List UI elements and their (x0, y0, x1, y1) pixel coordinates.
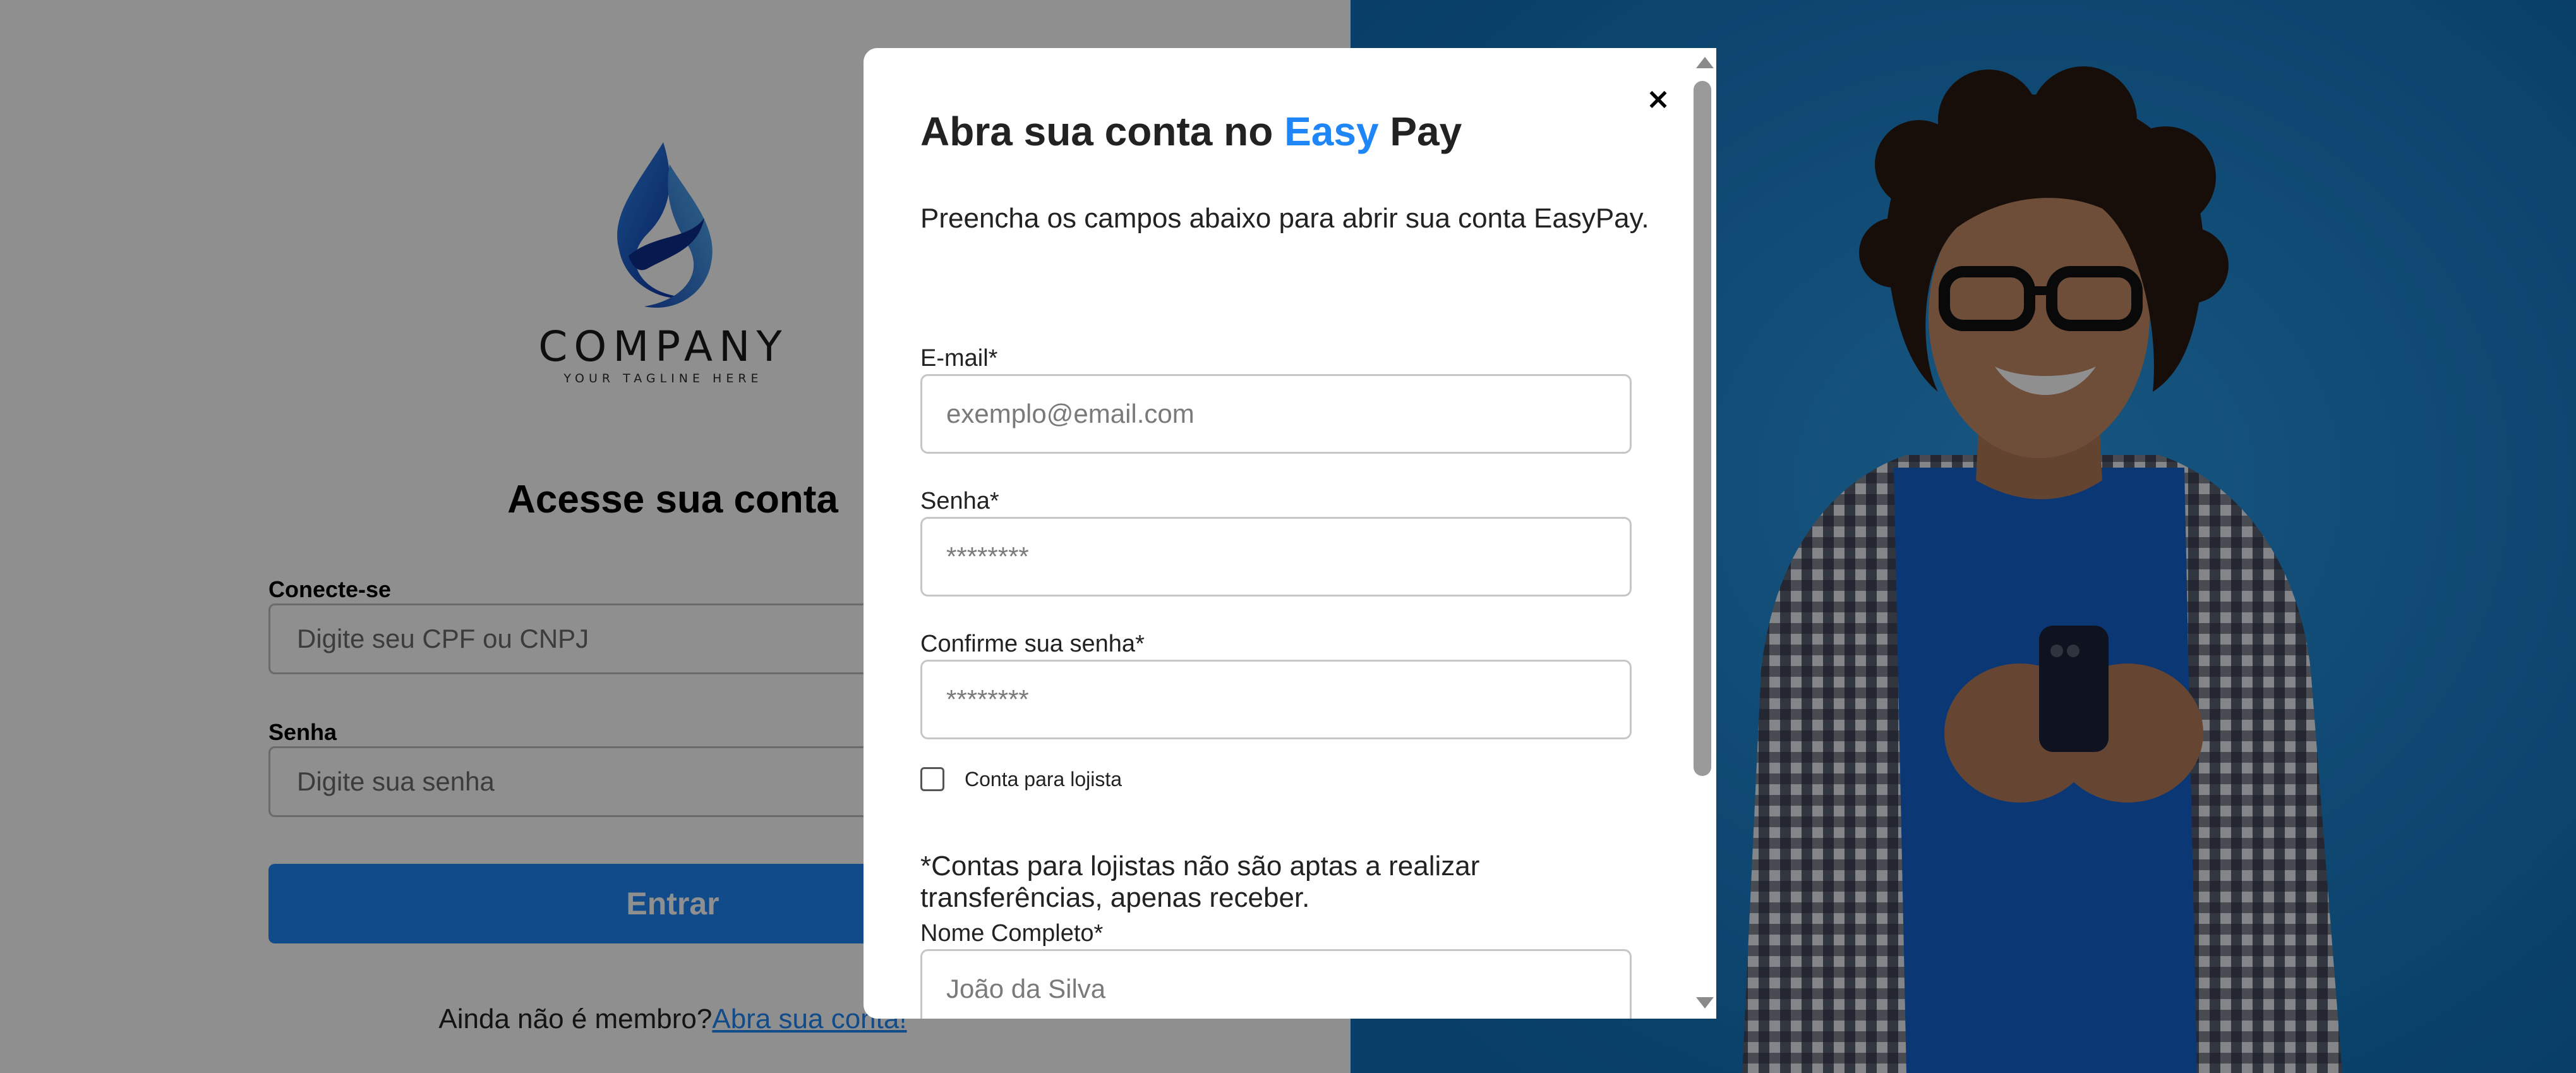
signup-password-label: Senha* (920, 488, 999, 514)
modal-title-prefix: Abra sua conta no (920, 109, 1285, 154)
confirm-password-field[interactable] (920, 660, 1632, 739)
scroll-up-arrow-icon[interactable] (1696, 57, 1714, 68)
modal-scrollbar[interactable] (1687, 48, 1716, 1019)
signup-modal: × Abra sua conta no Easy Pay Preencha os… (864, 48, 1716, 1019)
email-label: E-mail* (920, 345, 998, 372)
merchant-notice: *Contas para lojistas não são aptas a re… (920, 851, 1480, 913)
scroll-down-arrow-icon[interactable] (1696, 997, 1714, 1009)
merchant-account-label[interactable]: Conta para lojista (965, 768, 1122, 791)
modal-title: Abra sua conta no Easy Pay (920, 108, 1462, 155)
signup-password-field[interactable] (920, 517, 1632, 597)
fullname-field[interactable] (920, 949, 1632, 1019)
email-field[interactable] (920, 374, 1632, 454)
close-icon[interactable]: × (1639, 80, 1677, 118)
scrollbar-thumb[interactable] (1694, 81, 1711, 776)
confirm-password-label: Confirme sua senha* (920, 631, 1145, 657)
modal-title-brand: Easy (1284, 109, 1379, 154)
fullname-label: Nome Completo* (920, 920, 1104, 947)
merchant-account-checkbox[interactable] (920, 767, 944, 791)
modal-title-suffix: Pay (1378, 109, 1462, 154)
modal-subtitle: Preencha os campos abaixo para abrir sua… (920, 203, 1649, 234)
